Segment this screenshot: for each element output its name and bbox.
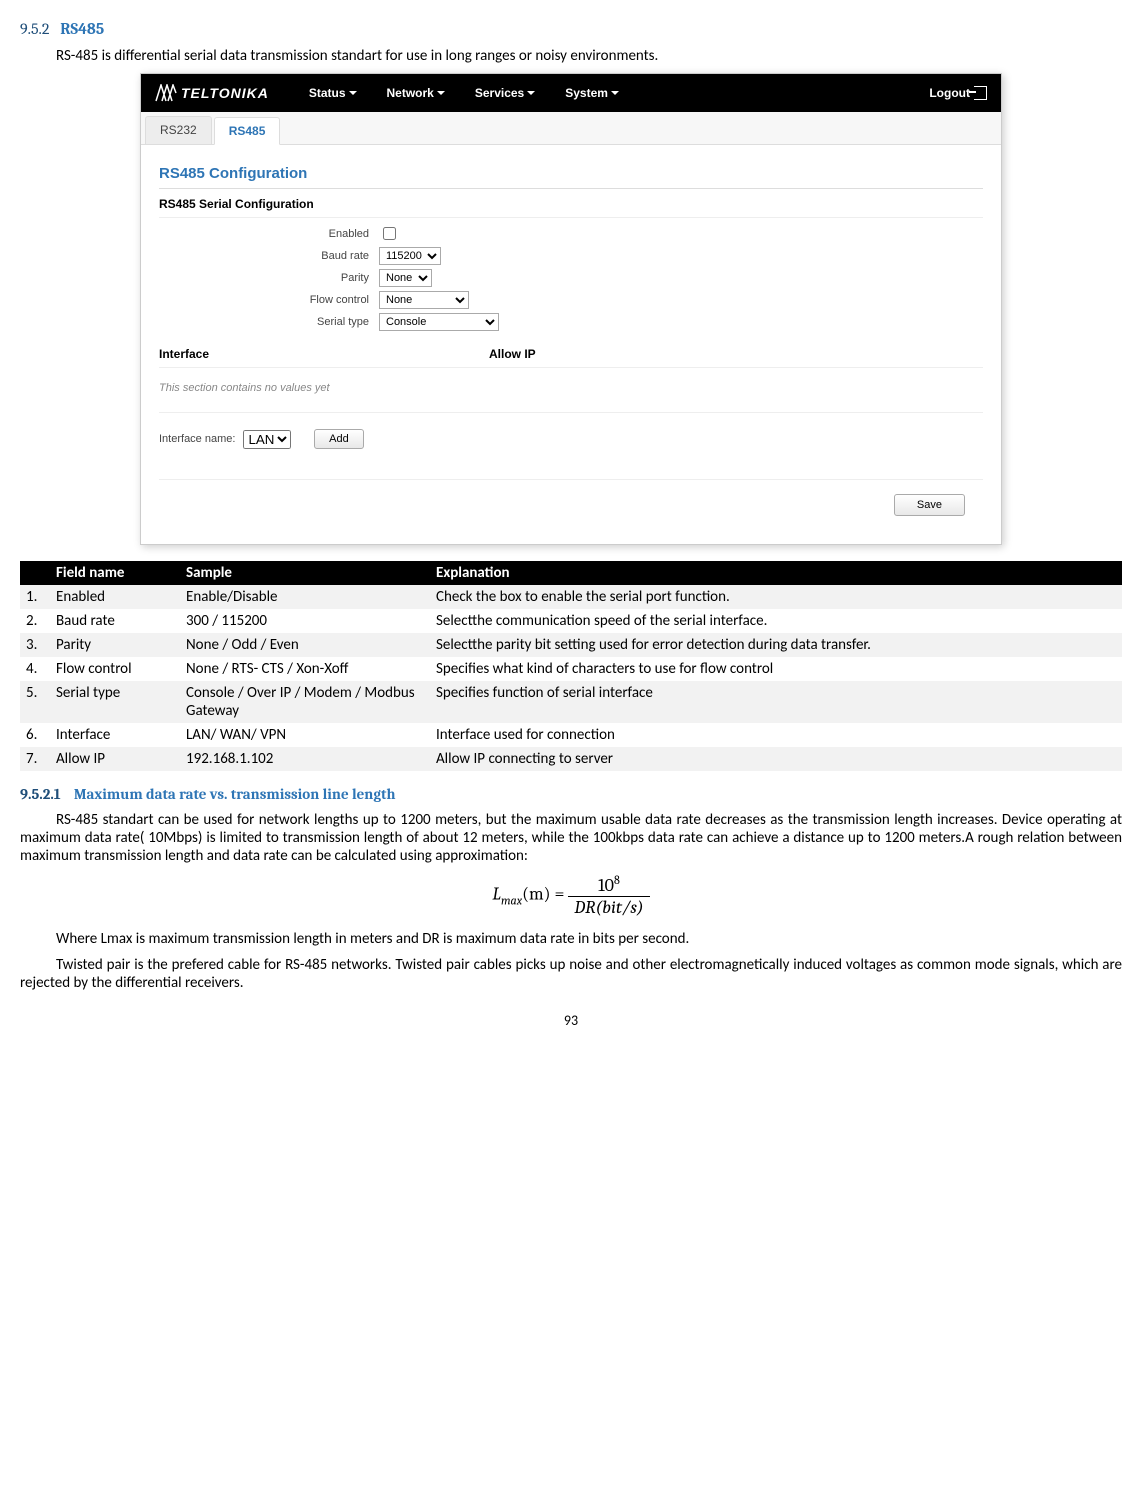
logo-icon: [155, 84, 177, 102]
th-blank: [20, 561, 50, 585]
router-body: RS485 Configuration RS485 Serial Configu…: [141, 145, 1001, 544]
add-button[interactable]: Add: [314, 429, 364, 449]
section-number: 9.5.2: [20, 20, 49, 38]
tab-bar: RS232 RS485: [141, 112, 1001, 145]
table-row: 1.EnabledEnable/DisableCheck the box to …: [20, 585, 1122, 609]
table-row: 7.Allow IP192.168.1.102Allow IP connecti…: [20, 747, 1122, 771]
logout-button[interactable]: Logout: [929, 86, 987, 100]
logo-text: TELTONIKA: [181, 85, 269, 101]
tab-rs232[interactable]: RS232: [145, 116, 212, 144]
add-row: Interface name: LAN Add: [159, 413, 983, 449]
sub-p2: Where Lmax is maximum transmission lengt…: [20, 930, 1122, 948]
serial-select[interactable]: Console: [379, 313, 499, 331]
nav-network[interactable]: Network: [387, 86, 445, 100]
tab-rs485[interactable]: RS485: [214, 117, 281, 145]
table-row: 4.Flow controlNone / RTS- CTS / Xon-Xoff…: [20, 657, 1122, 681]
iface-col2: Allow IP: [489, 347, 536, 361]
subsection-title: Maximum data rate vs. transmission line …: [74, 785, 396, 803]
chevron-down-icon: [527, 91, 535, 95]
interface-header: Interface Allow IP: [159, 341, 983, 368]
config-title: RS485 Configuration: [159, 155, 983, 189]
baud-label: Baud rate: [159, 250, 379, 262]
empty-msg: This section contains no values yet: [159, 368, 983, 413]
save-button[interactable]: Save: [894, 494, 965, 516]
top-nav: Status Network Services System: [309, 86, 619, 100]
field-table: Field name Sample Explanation 1.EnabledE…: [20, 561, 1122, 771]
serial-label: Serial type: [159, 316, 379, 328]
chevron-down-icon: [437, 91, 445, 95]
th-field: Field name: [50, 561, 180, 585]
intro-paragraph: RS-485 is differential serial data trans…: [20, 47, 1122, 65]
parity-label: Parity: [159, 272, 379, 284]
enabled-checkbox[interactable]: [383, 227, 396, 240]
iface-col1: Interface: [159, 347, 489, 361]
logout-icon: [974, 86, 987, 100]
config-subtitle: RS485 Serial Configuration: [159, 189, 983, 218]
th-sample: Sample: [180, 561, 430, 585]
section-heading: 9.5.2 RS485: [20, 20, 1122, 39]
formula: Lmax(m) = 108 DR(bit/s): [20, 873, 1122, 918]
baud-select[interactable]: 115200: [379, 247, 441, 265]
iface-name-label: Interface name:: [159, 433, 235, 445]
flow-label: Flow control: [159, 294, 379, 306]
th-explanation: Explanation: [430, 561, 1122, 585]
page-number: 93: [20, 1012, 1122, 1029]
parity-select[interactable]: None: [379, 269, 432, 287]
table-row: 2.Baud rate300 / 115200Selectthe communi…: [20, 609, 1122, 633]
subsection-number: 9.5.2.1: [20, 785, 61, 803]
logo: TELTONIKA: [155, 84, 269, 102]
nav-status[interactable]: Status: [309, 86, 357, 100]
chevron-down-icon: [349, 91, 357, 95]
enabled-label: Enabled: [159, 228, 379, 240]
iface-name-select[interactable]: LAN: [243, 430, 291, 449]
flow-select[interactable]: None: [379, 291, 469, 309]
sub-p3: Twisted pair is the prefered cable for R…: [20, 956, 1122, 992]
nav-services[interactable]: Services: [475, 86, 535, 100]
router-topbar: TELTONIKA Status Network Services System…: [141, 74, 1001, 112]
router-screenshot: TELTONIKA Status Network Services System…: [140, 73, 1002, 545]
section-title: RS485: [60, 20, 104, 38]
chevron-down-icon: [611, 91, 619, 95]
sub-p1: RS-485 standart can be used for network …: [20, 811, 1122, 865]
subsection-heading: 9.5.2.1 Maximum data rate vs. transmissi…: [20, 785, 1122, 803]
router-footer: Save: [159, 479, 983, 530]
nav-system[interactable]: System: [565, 86, 619, 100]
table-row: 5.Serial typeConsole / Over IP / Modem /…: [20, 681, 1122, 723]
table-row: 6.InterfaceLAN/ WAN/ VPNInterface used f…: [20, 723, 1122, 747]
table-row: 3.ParityNone / Odd / EvenSelectthe parit…: [20, 633, 1122, 657]
